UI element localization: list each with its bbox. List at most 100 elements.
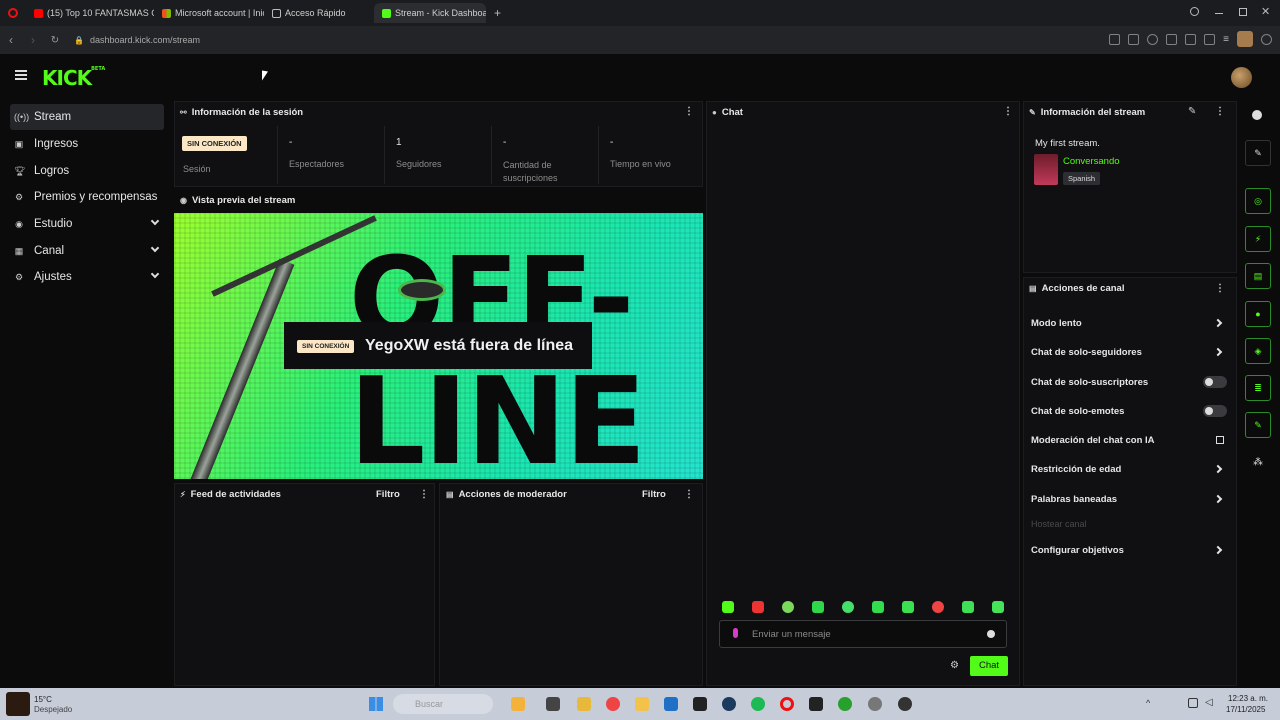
opera-logo-icon[interactable] [8,8,18,18]
info-icon[interactable] [1252,110,1262,120]
reload-icon[interactable]: ↻ [44,35,66,46]
camera-icon[interactable] [1128,33,1140,45]
emote-icon[interactable] [812,601,824,613]
stream-info-menu-icon[interactable]: ⋮ [1215,106,1225,117]
outlook-icon[interactable] [664,697,678,711]
action-followers-only[interactable]: Chat de solo-seguidores [1031,347,1142,358]
chat-rail-icon[interactable]: ● [1245,301,1271,327]
volume-icon[interactable]: ◁ [1205,697,1213,708]
sidebar-item-ajustes[interactable]: ⚙ Ajustes [10,264,164,290]
clock-date[interactable]: 17/11/2025 [1226,705,1265,714]
tab-youtube[interactable]: (15) Top 10 FANTASMAS C [26,3,154,23]
weather-icon[interactable] [6,692,30,716]
action-age-restriction[interactable]: Restricción de edad [1031,464,1121,475]
sidebar-item-canal[interactable]: ▦ Canal [10,238,164,264]
subscribers-only-toggle[interactable] [1203,376,1227,388]
taskbar-app-icon[interactable] [511,697,525,711]
emote-icon[interactable] [842,601,854,613]
stack-rail-icon[interactable]: ≣ [1245,375,1271,401]
play-icon[interactable] [1166,33,1178,45]
activity-menu-icon[interactable]: ⋮ [419,489,429,500]
hamburger-menu-icon[interactable] [15,70,27,80]
sidebar-item-stream[interactable]: ((•)) Stream [10,104,164,130]
tab-kick-dashboard[interactable]: Stream - Kick Dashboard [374,3,486,23]
maximize-button[interactable] [1239,8,1247,16]
emote-icon[interactable] [902,601,914,613]
chat-menu-icon[interactable]: ⋮ [1003,106,1013,117]
action-configure-goals[interactable]: Configurar objetivos [1031,545,1124,556]
url-text[interactable]: dashboard.kick.com/stream [90,35,200,45]
chat-settings-icon[interactable]: ⚙ [950,660,959,671]
xbox-icon[interactable] [838,697,852,711]
user-avatar[interactable] [1231,67,1252,88]
external-link-icon[interactable] [1216,436,1224,444]
download-icon[interactable] [1204,33,1216,45]
broadcast-rail-icon[interactable]: ◈ [1245,338,1271,364]
chrome-icon[interactable] [606,697,620,711]
kick-logo[interactable]: KICKBETA [42,66,105,90]
wrench-rail-icon[interactable]: ✎ [1245,412,1271,438]
mod-menu-icon[interactable]: ⋮ [684,489,694,500]
minimize-button[interactable] [1215,13,1223,14]
heart-icon[interactable] [1185,33,1197,45]
stream-preview[interactable]: OFF- LINE SIN CONEXIÓN YegoXW está fuera… [174,213,703,479]
action-banned-words[interactable]: Palabras baneadas [1031,494,1117,505]
forward-icon[interactable]: › [22,33,44,47]
emote-icon[interactable] [752,601,764,613]
file-explorer-icon[interactable] [635,697,649,711]
epic-games-icon[interactable] [809,697,823,711]
action-ai-moderation[interactable]: Moderación del chat con IA [1031,435,1155,446]
task-view-icon[interactable] [546,697,560,711]
steam-icon[interactable] [722,697,736,711]
edit-stream-icon[interactable]: ✎ [1188,106,1196,117]
windows-start-icon[interactable] [369,697,383,711]
action-slow-mode[interactable]: Modo lento [1031,318,1082,329]
document-rail-icon[interactable]: ▤ [1245,263,1271,289]
new-tab-button[interactable]: + [494,6,501,20]
emote-icon[interactable] [962,601,974,613]
sidebar-item-logros[interactable]: 🏆︎ Logros [10,158,164,184]
emote-icon[interactable] [872,601,884,613]
emote-icon[interactable] [782,601,794,613]
extension-icon[interactable] [1261,33,1272,45]
settings-taskbar-icon[interactable] [868,697,882,711]
chat-send-button[interactable]: Chat [970,656,1008,676]
mod-filter-button[interactable]: Filtro [642,489,666,500]
emoji-icon[interactable] [987,630,995,638]
tab-acceso-rapido[interactable]: Acceso Rápido [264,3,374,23]
bolt-rail-icon[interactable]: ⚡︎ [1245,226,1271,252]
back-icon[interactable]: ‹ [0,33,22,47]
network-icon[interactable] [1188,698,1198,708]
shield-icon: ▤ [446,490,454,499]
session-menu-icon[interactable]: ⋮ [684,106,694,117]
search-tabs-icon[interactable] [1190,7,1199,16]
sidebar-item-estudio[interactable]: ◉ Estudio [10,211,164,237]
tab-microsoft[interactable]: Microsoft account | Inicio [154,3,264,23]
nvidia-icon[interactable] [693,697,707,711]
store-icon[interactable] [577,697,591,711]
menu-icon[interactable]: ≡ [1223,34,1229,45]
emotes-only-toggle[interactable] [1203,405,1227,417]
share-icon[interactable] [1109,33,1121,45]
chat-message-placeholder[interactable]: Enviar un mensaje [752,629,831,640]
emote-icon[interactable] [992,601,1004,613]
sidebar-item-ingresos[interactable]: ▣ Ingresos [10,131,164,157]
spotify-icon[interactable] [751,697,765,711]
obs-icon[interactable] [898,697,912,711]
edit-rail-icon[interactable]: ✎ [1245,140,1271,166]
profile-avatar[interactable] [1237,31,1253,47]
opera-gx-icon[interactable] [780,697,794,711]
close-window-button[interactable]: ✕ [1261,5,1270,18]
emote-icon[interactable] [722,601,734,613]
activity-filter-button[interactable]: Filtro [376,489,400,500]
share-rail-icon[interactable]: ⁂ [1253,457,1263,468]
adblock-icon[interactable] [1147,33,1159,45]
microphone-icon[interactable] [733,628,738,638]
sidebar-item-premios[interactable]: ⚙ Premios y recompensas [10,184,164,210]
emote-icon[interactable] [932,601,944,613]
chevron-up-icon[interactable]: ^ [1146,698,1150,708]
category-link[interactable]: Conversando [1063,156,1120,167]
clock-time[interactable]: 12:23 a. m. [1228,694,1268,703]
camera-rail-icon[interactable]: ◎ [1245,188,1271,214]
channel-actions-menu-icon[interactable]: ⋮ [1215,283,1225,294]
